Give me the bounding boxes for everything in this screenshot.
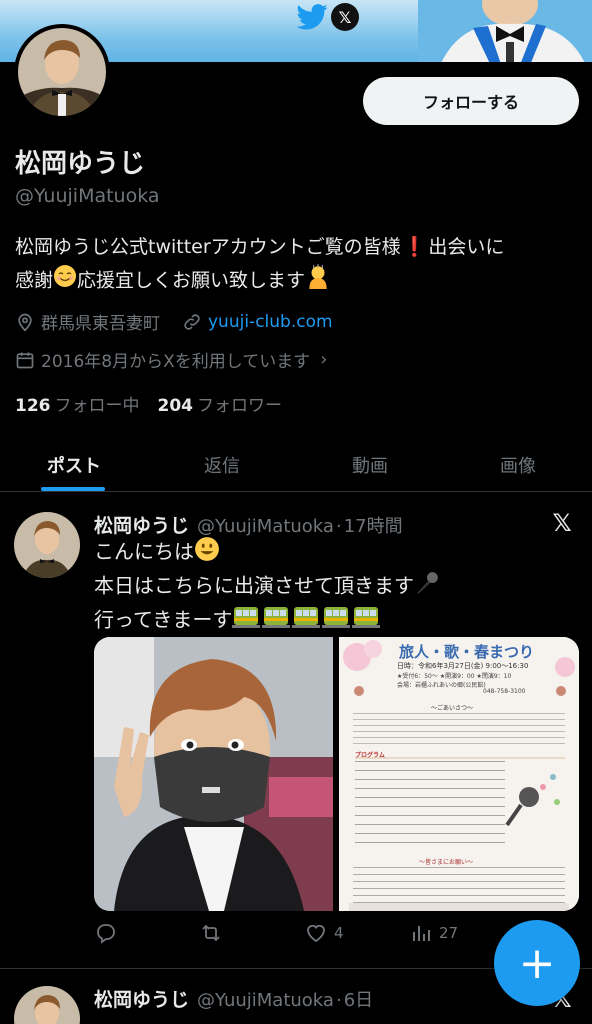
x-logo-icon: 𝕏: [552, 509, 572, 537]
bio-text-2b: 応援宜しくお願い致します: [77, 269, 306, 292]
profile-joined: 2016年8月からXを利用しています: [41, 352, 311, 372]
compose-button[interactable]: +: [494, 920, 580, 1006]
train-emoji-icons: [232, 604, 382, 638]
poster-date: 日時：令和6年3月27日(金) 9:00〜16:30: [397, 662, 529, 670]
follow-counts: 126 フォロー中 204 フォロワー: [15, 391, 282, 416]
poster-venue: 会場：岩櫃ふれあいの郷(公民館): [397, 682, 486, 689]
tweet-photo-poster[interactable]: 旅人・歌・春まつり 日時：令和6年3月27日(金) 9:00〜16:30 ★受付…: [339, 637, 579, 911]
bio-text-1b: 出会いに: [428, 236, 505, 258]
twitter-bird-icon: [296, 4, 328, 30]
tweet-media[interactable]: 旅人・歌・春まつり 日時：令和6年3月27日(金) 9:00〜16:30 ★受付…: [94, 637, 579, 911]
reply-button[interactable]: [94, 921, 199, 945]
tweet-line-2: 本日はこちらに出演させて頂きます: [94, 573, 414, 598]
followers-link[interactable]: 204 フォロワー: [158, 391, 283, 416]
poster-sub: ★受付6：50〜 ★開演9：00 ★閉演9：10: [397, 673, 512, 680]
poster-tel: 048-758-3100: [483, 688, 526, 695]
tweet-author-name[interactable]: 松岡ゆうじ: [94, 511, 189, 538]
tweet-avatar[interactable]: [14, 986, 80, 1024]
profile-name: 松岡ゆうじ: [15, 149, 146, 179]
smiley-emoji-icon: [194, 536, 220, 570]
calendar-icon: [16, 352, 34, 368]
profile-website-link[interactable]: yuuji-club.com: [208, 312, 333, 332]
poster-greet-body: [353, 713, 565, 747]
tab-videos[interactable]: 動画: [296, 438, 444, 491]
like-button[interactable]: 4: [304, 921, 409, 945]
profile-tabs: ポスト 返信 動画 画像: [0, 438, 592, 492]
poster-title: 旅人・歌・春まつり: [399, 643, 535, 661]
tweet-avatar-image: [14, 986, 80, 1024]
location-icon: [18, 313, 32, 332]
exclamation-icon: ❗: [402, 236, 427, 258]
smile-emoji-icon: [53, 264, 77, 298]
like-icon: [307, 924, 325, 943]
tweet-text: こんにちは 本日はこちらに出演させて頂きます 行ってきまーす: [94, 536, 440, 638]
profile-joined-row[interactable]: 2016年8月からXを利用しています ›: [15, 347, 327, 372]
views-button[interactable]: 27: [409, 921, 514, 945]
link-icon: [184, 313, 200, 330]
retweet-icon: [202, 924, 220, 942]
tweet-author-handle[interactable]: @YuujiMatuoka: [197, 990, 334, 1011]
profile-location: 群馬県東吾妻町: [41, 314, 160, 334]
views-icon: [413, 926, 430, 941]
follow-button[interactable]: フォローする: [363, 77, 579, 125]
following-link[interactable]: 126 フォロー中: [15, 391, 140, 416]
tweet-dot: ·: [335, 516, 342, 537]
tweet-header: 松岡ゆうじ @YuujiMatuoka · 6日: [94, 985, 373, 1012]
tab-posts[interactable]: ポスト: [0, 438, 148, 491]
poster-notes-body: [353, 867, 565, 903]
chevron-right-icon: ›: [320, 349, 328, 370]
tab-replies[interactable]: 返信: [148, 438, 296, 491]
poster-notes-head: 〜皆さまにお願い〜: [419, 859, 474, 866]
selfie-image: [94, 637, 333, 911]
tweet-dot: ·: [335, 990, 342, 1011]
profile-avatar[interactable]: [14, 24, 110, 120]
microphone-emoji-icon: [414, 570, 440, 604]
tweet-avatar[interactable]: [14, 512, 80, 578]
tab-images[interactable]: 画像: [444, 438, 592, 491]
avatar-image: [18, 28, 106, 116]
compose-plus-icon: +: [518, 937, 556, 989]
tweet-time[interactable]: 6日: [344, 986, 373, 1012]
tweet-photo-selfie[interactable]: [94, 637, 333, 911]
tweet-time[interactable]: 17時間: [344, 512, 403, 538]
bio-text-2a: 感謝: [15, 269, 54, 292]
poster-program-body: [355, 761, 505, 851]
bowing-emoji-icon: [305, 263, 331, 299]
tweet-header: 松岡ゆうじ @YuujiMatuoka · 17時間: [94, 511, 403, 538]
poster-greet-head: 〜ごあいさつ〜: [431, 705, 474, 712]
tweet-author-name[interactable]: 松岡ゆうじ: [94, 985, 189, 1012]
banner-person-image: [418, 0, 592, 62]
tweet-avatar-image: [14, 512, 80, 578]
retweet-button[interactable]: [199, 921, 304, 945]
poster-program-head: プログラム: [355, 752, 385, 759]
tweet-line-3: 行ってきまーす: [94, 607, 233, 632]
tweet-line-1: こんにちは: [94, 539, 194, 564]
profile-bio: 松岡ゆうじ公式twitterアカウントご覧の皆様 ❗ 出会いに 感謝 応援宜しくお願い…: [15, 232, 575, 299]
x-logo-icon: 𝕏: [331, 3, 359, 31]
profile-meta-row: 群馬県東吾妻町 yuuji-club.com: [15, 309, 333, 334]
profile-handle: @YuujiMatuoka: [15, 185, 160, 207]
reply-icon: [97, 924, 115, 944]
tweet-author-handle[interactable]: @YuujiMatuoka: [197, 516, 334, 537]
bio-text-1: 松岡ゆうじ公式twitterアカウントご覧の皆様: [15, 236, 401, 258]
